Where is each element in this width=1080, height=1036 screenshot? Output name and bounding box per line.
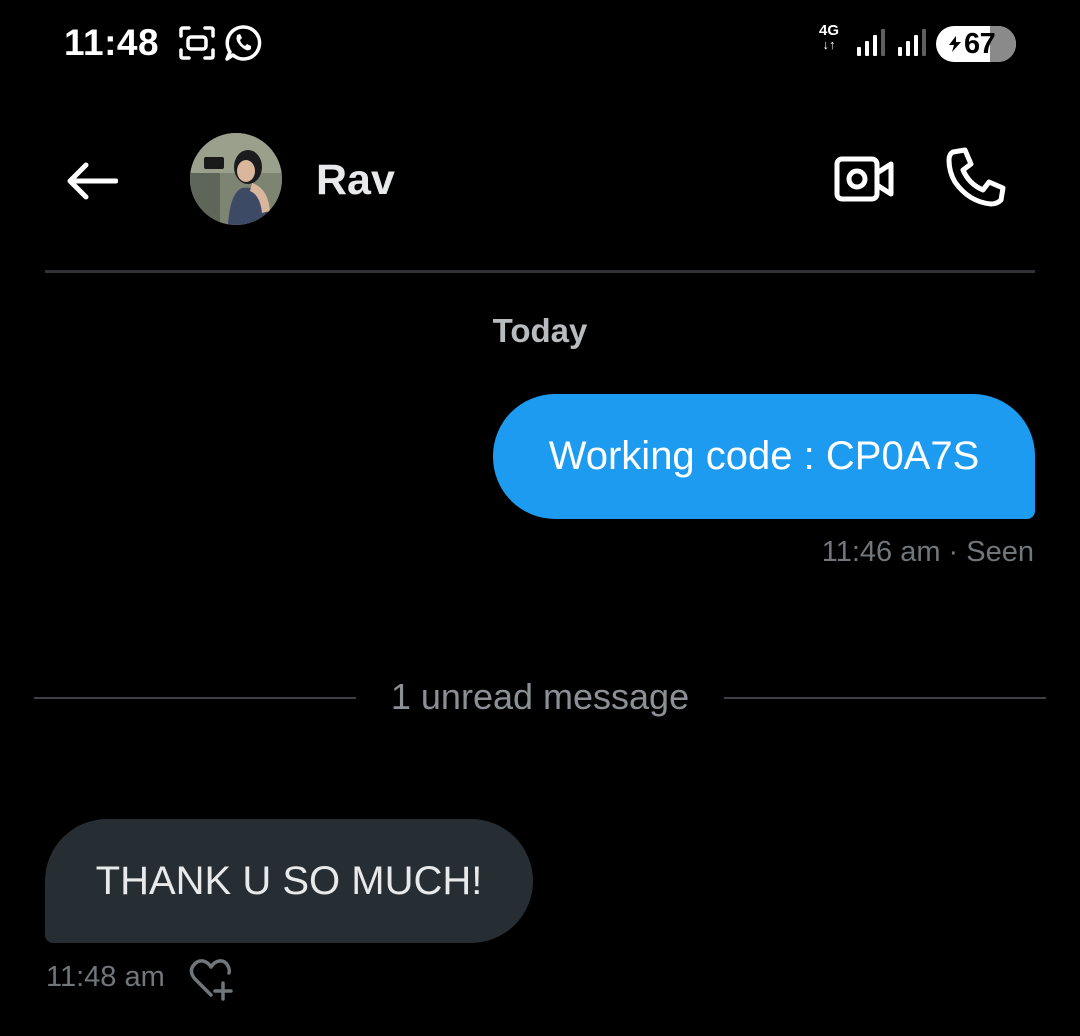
conversation-header: Rav [0,120,1080,240]
battery-level: 67 [964,28,996,60]
header-divider [45,270,1035,273]
avatar-photo [190,133,282,225]
contact-name[interactable]: Rav [316,156,395,205]
video-camera-icon [834,156,894,202]
add-reaction-button[interactable] [186,956,236,1002]
sent-message-text: Working code : CP0A7S [548,434,980,478]
network-type-label: 4G ↓↑ [818,22,839,52]
received-message-bubble[interactable]: THANK U SO MUCH! [45,819,533,943]
status-time: 11:48 [64,22,160,63]
back-button[interactable] [60,150,122,212]
avatar[interactable] [190,133,282,225]
screen-record-icon [179,26,215,60]
arrow-left-icon [67,162,118,200]
phone-call-button[interactable] [940,144,1012,210]
phone-icon [946,147,1006,207]
signal-icon [898,29,926,56]
unread-separator: 1 unread message [390,676,690,717]
whatsapp-icon [225,25,262,61]
signal-icon [857,29,885,56]
received-message-text: THANK U SO MUCH! [95,858,483,903]
divider [724,697,1046,699]
battery-icon: 67 [936,26,1016,62]
charging-bolt-icon [949,36,961,52]
date-separator: Today [492,312,588,349]
heart-plus-icon [189,959,233,1001]
received-message-time: 11:48 am [46,961,165,993]
sent-message-meta: 11:46 am · Seen [821,536,1034,568]
status-bar: 11:48 4G ↓↑ 67 [0,0,1080,84]
divider [34,697,356,699]
sent-message-bubble[interactable]: Working code : CP0A7S [493,394,1035,519]
video-call-button[interactable] [830,148,898,210]
